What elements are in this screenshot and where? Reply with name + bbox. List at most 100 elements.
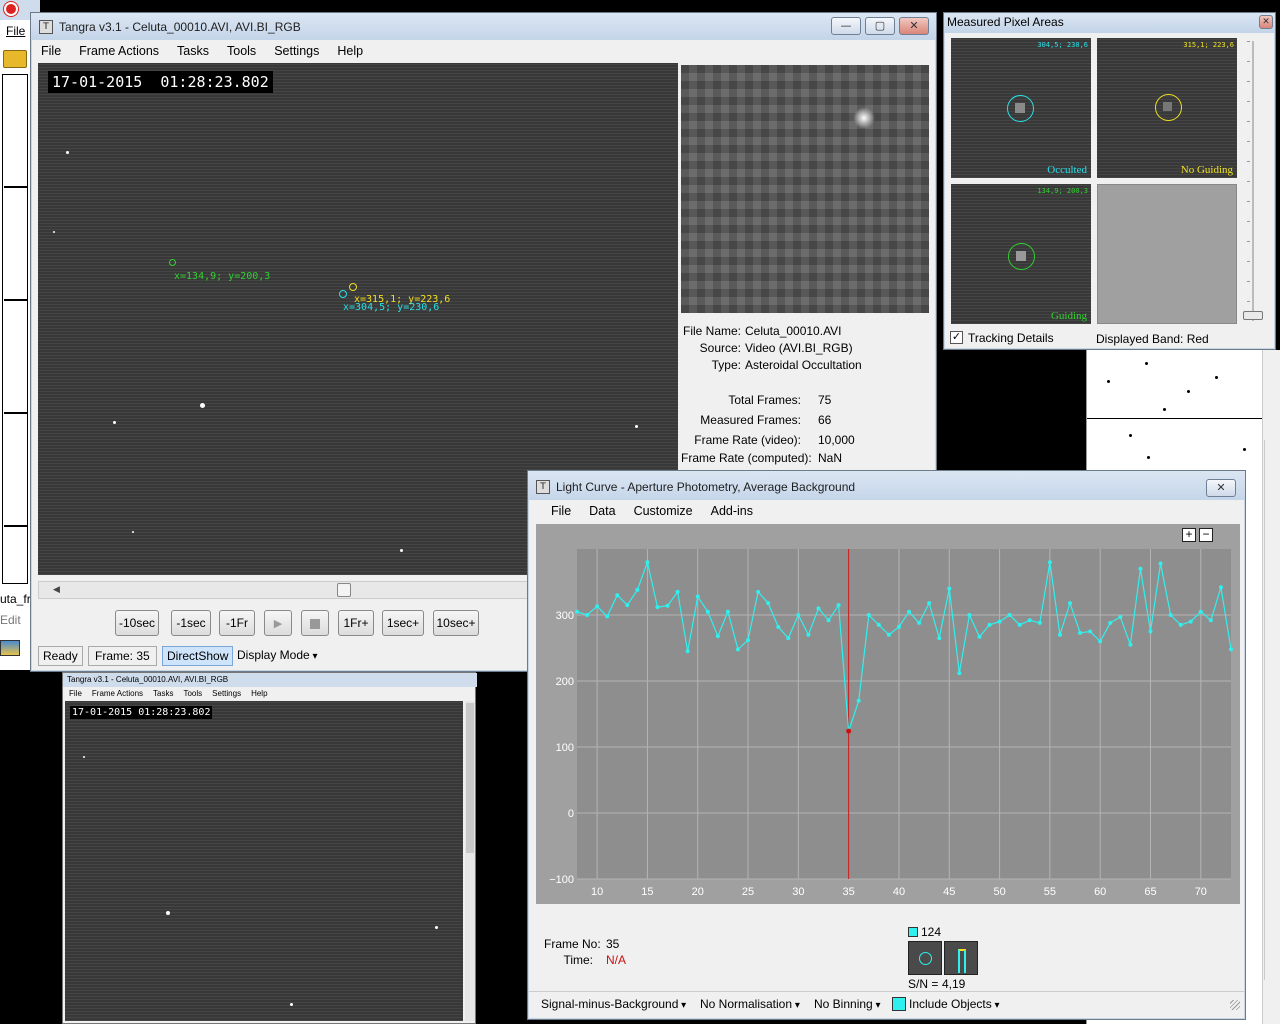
minimize-button[interactable]: — bbox=[831, 17, 861, 35]
data-point[interactable] bbox=[917, 620, 922, 625]
lc-menu-customize[interactable]: Customize bbox=[625, 504, 702, 518]
menu-settings[interactable]: Settings bbox=[265, 44, 328, 58]
data-point[interactable] bbox=[1027, 618, 1032, 623]
data-point[interactable] bbox=[575, 609, 579, 614]
data-point[interactable] bbox=[947, 586, 952, 591]
data-point[interactable] bbox=[1168, 613, 1173, 617]
data-point[interactable] bbox=[756, 589, 761, 594]
data-point[interactable] bbox=[866, 613, 871, 617]
data-point[interactable] bbox=[886, 632, 891, 637]
data-point[interactable] bbox=[1128, 642, 1133, 647]
data-point[interactable] bbox=[1218, 585, 1223, 590]
data-point[interactable] bbox=[1007, 613, 1012, 617]
menu-tasks[interactable]: Tasks bbox=[168, 44, 218, 58]
menu-file[interactable]: File bbox=[32, 44, 70, 58]
data-point[interactable] bbox=[1108, 620, 1113, 625]
data-point[interactable] bbox=[856, 698, 861, 703]
data-point[interactable] bbox=[625, 603, 630, 608]
data-point[interactable] bbox=[937, 636, 942, 641]
open-folder-icon[interactable] bbox=[3, 50, 27, 68]
lc-menu-data[interactable]: Data bbox=[580, 504, 624, 518]
play-button[interactable]: ▶ bbox=[264, 610, 292, 636]
light-curve-chart[interactable]: 10 15 20 25 30 35 40 45 50 55 60 65 70 −100 0 100 200 30… bbox=[536, 524, 1240, 904]
resize-grip-icon[interactable] bbox=[1230, 1000, 1240, 1010]
data-point[interactable] bbox=[1098, 639, 1103, 644]
background-menu-file[interactable]: File bbox=[6, 24, 25, 38]
forward-1frame-button[interactable]: 1Fr+ bbox=[338, 610, 374, 636]
occulted-pixel-cell[interactable]: 304,5; 230,6 Occulted bbox=[951, 38, 1091, 178]
light-curve-close-button[interactable]: ✕ bbox=[1206, 479, 1236, 497]
data-point[interactable] bbox=[1148, 629, 1153, 634]
thumb-menu-settings[interactable]: Settings bbox=[212, 689, 241, 698]
tracking-details-checkbox[interactable]: ✓ bbox=[950, 331, 963, 344]
forward-1sec-button[interactable]: 1sec+ bbox=[382, 610, 424, 636]
data-point[interactable] bbox=[907, 609, 912, 614]
data-point[interactable] bbox=[977, 634, 982, 639]
lc-menu-addins[interactable]: Add-ins bbox=[702, 504, 762, 518]
data-point[interactable] bbox=[715, 634, 720, 639]
pixel-areas-slider[interactable] bbox=[1243, 41, 1263, 325]
back-10sec-button[interactable]: -10sec bbox=[115, 610, 159, 636]
data-point[interactable] bbox=[675, 589, 680, 594]
data-point[interactable] bbox=[1208, 618, 1213, 623]
maximize-button[interactable]: ▢ bbox=[865, 17, 895, 35]
no-guiding-target-marker[interactable] bbox=[349, 283, 357, 291]
data-point[interactable] bbox=[1198, 609, 1203, 614]
thumb-menu-help[interactable]: Help bbox=[251, 689, 267, 698]
thumbnail-scrollbar[interactable] bbox=[465, 701, 475, 1021]
data-point[interactable] bbox=[1047, 560, 1052, 565]
pixel-areas-close-button[interactable]: ✕ bbox=[1259, 15, 1273, 29]
right-edge-scrollbar[interactable] bbox=[1264, 440, 1280, 980]
guiding-pixel-cell[interactable]: 134,9; 200,3 Guiding bbox=[951, 184, 1091, 324]
data-point[interactable] bbox=[786, 636, 791, 641]
data-point[interactable] bbox=[615, 593, 620, 598]
data-point[interactable] bbox=[927, 601, 932, 606]
occulted-target-marker[interactable] bbox=[339, 290, 347, 298]
data-point[interactable] bbox=[735, 647, 740, 652]
include-objects-dropdown[interactable]: Include Objects bbox=[909, 997, 1000, 1011]
display-mode-dropdown[interactable]: Display Mode bbox=[237, 648, 318, 662]
slider-thumb[interactable] bbox=[1243, 311, 1263, 320]
data-point[interactable] bbox=[605, 614, 610, 619]
tracking-details-label[interactable]: Tracking Details bbox=[968, 331, 1054, 345]
data-point[interactable] bbox=[746, 638, 751, 643]
back-1frame-button[interactable]: -1Fr bbox=[219, 610, 255, 636]
zoom-in-button[interactable]: + bbox=[1182, 528, 1196, 542]
data-point[interactable] bbox=[806, 632, 811, 637]
data-point[interactable] bbox=[997, 619, 1002, 624]
data-point[interactable] bbox=[665, 603, 670, 608]
normalisation-dropdown[interactable]: No Normalisation bbox=[700, 997, 800, 1011]
data-point[interactable] bbox=[1158, 561, 1163, 566]
data-point[interactable] bbox=[1188, 619, 1193, 624]
menu-frame-actions[interactable]: Frame Actions bbox=[70, 44, 168, 58]
data-point[interactable] bbox=[836, 603, 841, 608]
data-point[interactable] bbox=[1017, 622, 1022, 627]
back-1sec-button[interactable]: -1sec bbox=[171, 610, 211, 636]
status-directshow[interactable]: DirectShow bbox=[162, 646, 234, 666]
data-point[interactable] bbox=[1057, 632, 1062, 637]
thumb-menu-frame-actions[interactable]: Frame Actions bbox=[92, 689, 143, 698]
zoom-out-button[interactable]: − bbox=[1199, 528, 1213, 542]
thumbnail-scroll-thumb[interactable] bbox=[466, 703, 474, 853]
no-guiding-pixel-cell[interactable]: 315,1; 223,6 No Guiding bbox=[1097, 38, 1237, 178]
data-point[interactable] bbox=[896, 624, 901, 629]
data-point[interactable] bbox=[595, 604, 600, 609]
data-point[interactable] bbox=[987, 622, 992, 627]
data-point[interactable] bbox=[695, 594, 700, 599]
data-point[interactable] bbox=[635, 587, 640, 592]
image-icon[interactable] bbox=[0, 640, 20, 656]
data-point[interactable] bbox=[705, 609, 710, 614]
data-point[interactable] bbox=[796, 613, 801, 617]
signal-mode-dropdown[interactable]: Signal-minus-Background bbox=[541, 997, 686, 1011]
forward-10sec-button[interactable]: 10sec+ bbox=[433, 610, 479, 636]
lc-menu-file[interactable]: File bbox=[529, 504, 580, 518]
thumb-menu-tools[interactable]: Tools bbox=[183, 689, 202, 698]
data-point[interactable] bbox=[725, 609, 730, 614]
data-point[interactable] bbox=[1138, 566, 1143, 571]
scroll-thumb[interactable] bbox=[337, 583, 351, 597]
data-point[interactable] bbox=[816, 606, 821, 611]
selected-frame-point[interactable] bbox=[846, 728, 852, 734]
thumb-menu-file[interactable]: File bbox=[69, 689, 82, 698]
data-point[interactable] bbox=[585, 613, 590, 617]
data-point[interactable] bbox=[826, 618, 831, 623]
